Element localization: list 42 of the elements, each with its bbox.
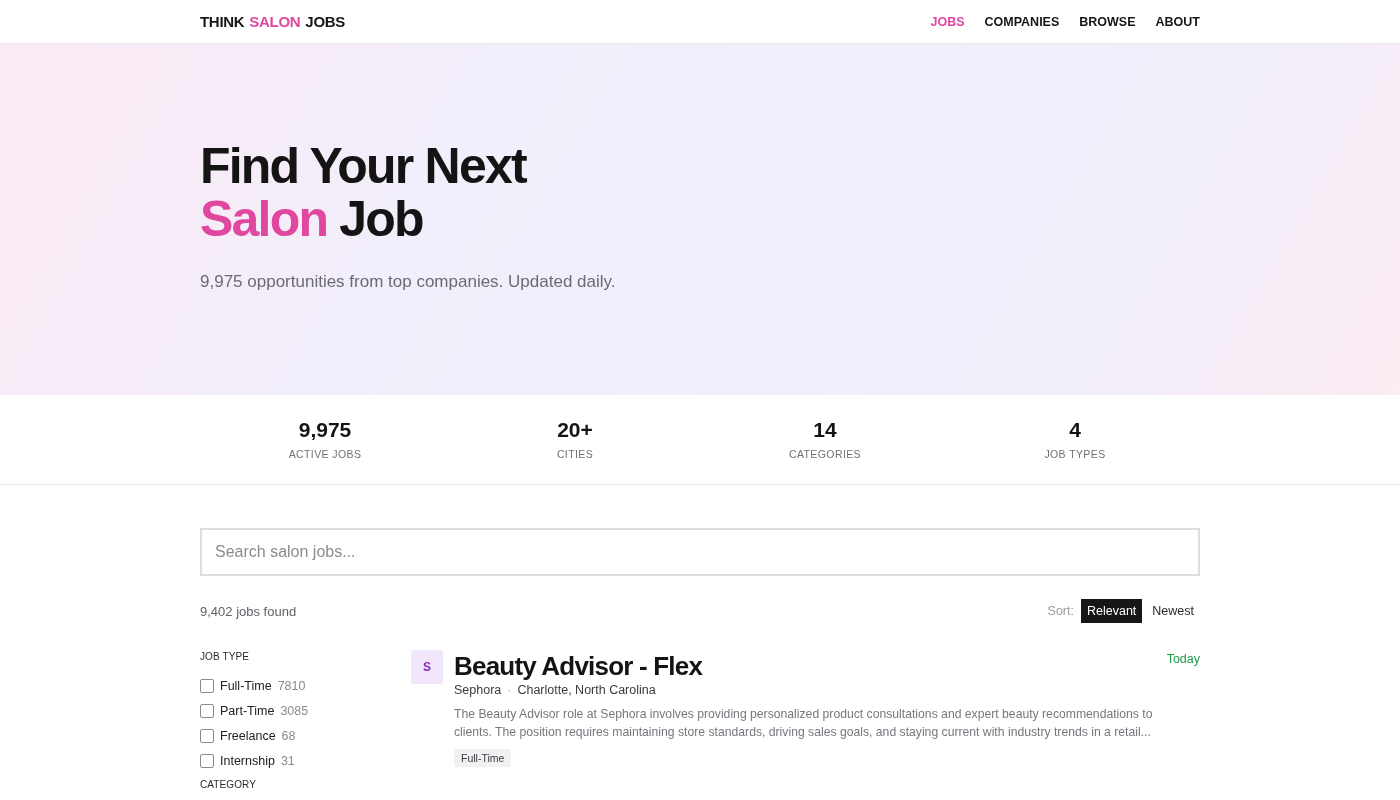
results-count: 9,402 jobs found xyxy=(200,603,297,619)
sort-option[interactable]: Newest xyxy=(1146,599,1200,623)
checkbox[interactable] xyxy=(200,678,214,693)
sort-label: Sort: xyxy=(1047,604,1074,618)
stat-label: CATEGORIES xyxy=(788,448,862,461)
job-location: Charlotte, North Carolina xyxy=(517,682,656,699)
company-name: Sephora xyxy=(454,682,502,699)
filter-option-count: 31 xyxy=(280,753,295,768)
sort-option[interactable]: Relevant xyxy=(1080,599,1143,623)
stat-value: 14 xyxy=(813,417,837,443)
job-type-tag: Full-Time xyxy=(454,749,512,767)
stat-label: CITIES xyxy=(556,448,594,461)
stat-label: JOB TYPES xyxy=(1044,448,1106,461)
filter-option-label[interactable]: Internship xyxy=(220,753,275,768)
checkbox[interactable] xyxy=(200,753,214,768)
filter-option-count: 7810 xyxy=(277,678,306,693)
company-logo: S xyxy=(411,650,443,684)
nav-link[interactable]: JOBS xyxy=(930,14,965,29)
filter-heading: CATEGORY xyxy=(200,778,257,792)
posted-date: Today xyxy=(1166,652,1200,666)
filter-option-label[interactable]: Freelance xyxy=(220,728,276,743)
hero-subtitle: 9,975 opportunities from top companies. Updated daily. xyxy=(200,271,617,293)
job-description: The Beauty Advisor role at Sephora involves providing personalized product consultations and expert beauty recommendations to clients. The position requires maintaining store standards, driving sales goals, and staying current with industry trends in a retail... xyxy=(454,706,1154,741)
filter-option-label[interactable]: Full-Time xyxy=(220,678,272,693)
checkbox[interactable] xyxy=(200,703,214,718)
separator: · xyxy=(507,682,512,699)
stat-value: 20+ xyxy=(557,417,593,443)
nav-link[interactable]: COMPANIES xyxy=(984,14,1060,29)
job-title[interactable]: Beauty Advisor - Flex xyxy=(454,650,703,682)
search-field[interactable]: Search salon jobs... xyxy=(200,528,1200,576)
stat-value: 9,975 xyxy=(298,417,352,443)
nav-link[interactable]: BROWSE xyxy=(1079,14,1136,29)
filter-option-count: 3085 xyxy=(280,703,309,718)
filter-heading: JOB TYPE xyxy=(200,650,250,664)
nav-link[interactable]: ABOUT xyxy=(1155,14,1200,29)
stat-value: 4 xyxy=(1069,417,1081,443)
checkbox[interactable] xyxy=(200,728,214,743)
hero-heading: Find Your Next Salon Job xyxy=(200,140,528,246)
stat-label: ACTIVE JOBS xyxy=(288,448,362,461)
filter-option-count: 68 xyxy=(281,728,296,743)
site-logo[interactable]: THINK SALON JOBS xyxy=(200,13,345,30)
filter-option-label[interactable]: Part-Time xyxy=(220,703,275,718)
